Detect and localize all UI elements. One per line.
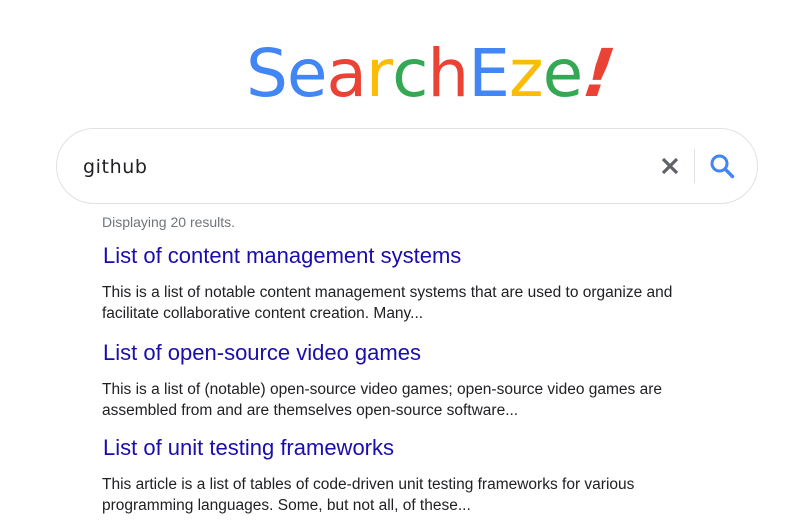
result-title-link[interactable]: List of open-source video games [103,338,702,368]
result-title-link[interactable]: List of content management systems [103,241,702,271]
logo-letter: r [365,35,393,112]
result-item: List of open-source video games This is … [102,338,702,421]
logo-letter: z [508,35,544,112]
search-divider [694,149,695,183]
logo-letter: E [468,35,510,112]
search-input[interactable] [83,149,643,185]
logo-letter: e [542,35,584,112]
logo-letter: S [246,35,288,112]
search-box [56,128,758,204]
search-button[interactable] [705,149,739,183]
result-snippet: This article is a list of tables of code… [102,476,635,514]
search-page: SearchEze! Displaying 20 results. List o… [0,0,806,526]
logo-letter: h [427,35,469,112]
result-snippet: This is a list of (notable) open-source … [102,381,663,419]
results-count: Displaying 20 results. [102,214,236,230]
result-title-link[interactable]: List of unit testing frameworks [103,433,702,463]
logo-letter: e [286,35,328,112]
clear-button[interactable] [655,151,685,181]
close-icon [661,157,679,175]
result-item: List of content management systems This … [102,241,702,324]
search-icon [710,154,735,179]
logo-letter: ! [578,35,619,112]
result-item: List of unit testing frameworks This art… [102,433,702,516]
result-snippet: This is a list of notable content manage… [102,284,673,322]
site-logo[interactable]: SearchEze! [246,35,619,112]
logo-letter: c [392,35,428,112]
logo-letter: a [326,35,367,112]
search-results: Displaying 20 results. List of content m… [102,212,742,514]
